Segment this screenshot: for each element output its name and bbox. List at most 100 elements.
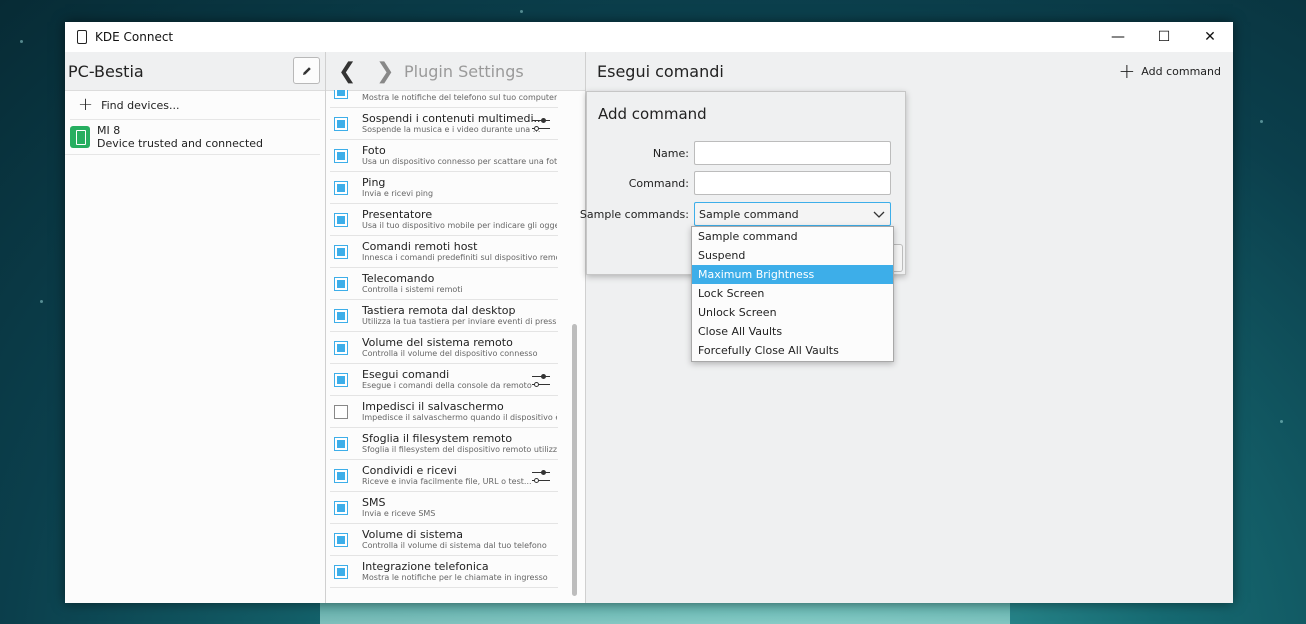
minimize-button[interactable]: — — [1095, 22, 1141, 52]
plugin-name: Ping — [362, 175, 386, 189]
plugin-list-scrollbar[interactable] — [570, 92, 578, 598]
plus-icon: + — [78, 94, 94, 115]
plugin-item[interactable]: Tastiera remota dal desktop Utilizza la t… — [330, 300, 558, 332]
chevron-down-icon — [873, 211, 885, 218]
plugin-description: Innesca i comandi predefiniti sul dispos… — [362, 252, 557, 262]
desktop-background-glow — [320, 603, 1010, 624]
scrollbar-thumb[interactable] — [572, 324, 577, 596]
device-header: PC-Bestia — [65, 52, 325, 91]
plugin-name: Sospendi i contenuti multimedi... — [362, 111, 545, 125]
dropdown-option[interactable]: Lock Screen — [692, 284, 893, 303]
plugin-checkbox[interactable] — [334, 90, 348, 99]
plugin-item[interactable]: Sospendi i contenuti multimedi... Sospend… — [330, 108, 558, 140]
plugin-checkbox[interactable] — [334, 148, 348, 163]
dropdown-option[interactable]: Unlock Screen — [692, 303, 893, 322]
plugin-name: Sfoglia il filesystem remoto — [362, 431, 513, 445]
rename-device-button[interactable] — [293, 57, 320, 84]
plugin-description: Sfoglia il filesystem del dispositivo re… — [362, 444, 557, 454]
plugin-checkbox[interactable] — [334, 564, 348, 579]
plugin-item[interactable]: Ping Invia e ricevi ping — [330, 172, 558, 204]
plugin-checkbox[interactable] — [334, 276, 348, 291]
sample-commands-label: Sample commands: — [579, 208, 689, 221]
add-command-button[interactable]: + Add command — [1119, 61, 1221, 81]
plugin-item[interactable]: Condividi e ricevi Riceve e invia facilme… — [330, 460, 558, 492]
window-title: KDE Connect — [95, 30, 174, 44]
plugin-checkbox[interactable] — [334, 404, 348, 419]
command-label: Command: — [628, 177, 689, 190]
find-devices-label: Find devices... — [101, 98, 180, 112]
plugin-checkbox[interactable] — [334, 244, 348, 259]
plugin-name: Comandi remoti host — [362, 239, 478, 253]
dropdown-option[interactable]: Suspend — [692, 246, 893, 265]
plugin-item[interactable]: SMS Invia e riceve SMS — [330, 492, 558, 524]
configure-sliders-icon[interactable] — [532, 469, 550, 483]
plugin-item[interactable]: Integrazione telefonica Mostra le notific… — [330, 556, 558, 588]
name-field[interactable] — [694, 141, 891, 165]
close-button[interactable]: ✕ — [1187, 22, 1233, 52]
plugin-name: Presentatore — [362, 207, 433, 221]
plugin-item[interactable]: Volume del sistema remoto Controlla il vo… — [330, 332, 558, 364]
plugin-item[interactable]: Comandi remoti host Innesca i comandi pre… — [330, 236, 558, 268]
device-status: Device trusted and connected — [97, 137, 264, 150]
pencil-icon — [302, 66, 311, 75]
plugin-item[interactable]: Sfoglia il filesystem remoto Sfoglia il f… — [330, 428, 558, 460]
plugin-checkbox[interactable] — [334, 180, 348, 195]
plugin-item[interactable]: Telecomando Controlla i sistemi remoti — [330, 268, 558, 300]
plugin-checkbox[interactable] — [334, 340, 348, 355]
plugin-item[interactable]: Ricevi notificheMostra le notifiche del … — [330, 90, 558, 108]
plugin-checkbox[interactable] — [334, 468, 348, 483]
plugin-name: Impedisci il salvaschermo — [362, 399, 504, 413]
configure-sliders-icon[interactable] — [532, 373, 550, 387]
add-command-label: Add command — [1141, 64, 1221, 78]
plugin-checkbox[interactable] — [334, 212, 348, 227]
plugin-name: Esegui comandi — [362, 367, 450, 381]
name-row: Name: — [587, 141, 905, 165]
plugin-item[interactable]: Presentatore Usa il tuo dispositivo mobil… — [330, 204, 558, 236]
plugin-description: Invia e ricevi ping — [362, 188, 434, 198]
maximize-button[interactable]: ☐ — [1141, 22, 1187, 52]
plugin-settings-title: Plugin Settings — [404, 61, 524, 81]
forward-arrow-icon[interactable]: ❯ — [376, 59, 396, 84]
plugin-item[interactable]: Esegui comandi Esegue i comandi della con… — [330, 364, 558, 396]
device-name: MI 8 — [97, 124, 121, 137]
plugin-description: Impedisce il salvaschermo quando il disp… — [362, 412, 557, 422]
find-devices-item[interactable]: + Find devices... — [70, 91, 320, 120]
command-field[interactable] — [694, 171, 891, 195]
dropdown-option[interactable]: Maximum Brightness — [692, 265, 893, 284]
plugin-checkbox[interactable] — [334, 308, 348, 323]
plugin-checkbox[interactable] — [334, 532, 348, 547]
plugin-settings-header: ❮ ❯ Plugin Settings — [326, 52, 585, 91]
plugin-checkbox[interactable] — [334, 372, 348, 387]
device-item-mi8[interactable]: MI 8 Device trusted and connected — [65, 120, 320, 155]
plugin-description: Controlla il volume di sistema dal tuo t… — [362, 540, 547, 550]
smartphone-icon — [70, 126, 90, 148]
plugin-description: Usa un dispositivo connesso per scattare… — [362, 156, 557, 166]
dropdown-option[interactable]: Forcefully Close All Vaults — [692, 341, 893, 360]
run-commands-header: Esegui comandi + Add command — [586, 52, 1233, 90]
plugin-description: Controlla il volume del dispositivo conn… — [362, 348, 538, 358]
plugin-item[interactable]: Foto Usa un dispositivo connesso per scat… — [330, 140, 558, 172]
plugin-name: Volume del sistema remoto — [362, 335, 513, 349]
plugin-item[interactable]: Impedisci il salvaschermo Impedisce il sa… — [330, 396, 558, 428]
command-row: Command: — [587, 171, 905, 195]
plugin-name: Condividi e ricevi — [362, 463, 457, 477]
plugin-checkbox[interactable] — [334, 500, 348, 515]
plugin-name: SMS — [362, 495, 386, 509]
dropdown-option[interactable]: Sample command — [692, 227, 893, 246]
plugin-description: Mostra le notifiche del telefono sul tuo… — [362, 92, 557, 102]
plugin-description: Controlla i sistemi remoti — [362, 284, 463, 294]
dialog-title: Add command — [598, 105, 707, 123]
dropdown-option[interactable]: Close All Vaults — [692, 322, 893, 341]
title-bar: KDE Connect — ☐ ✕ — [65, 22, 1233, 52]
sample-commands-combobox[interactable]: Sample command — [694, 202, 891, 226]
plugin-description: Sospende la musica e i video durante una… — [362, 124, 541, 134]
device-list-pane: PC-Bestia + Find devices... MI 8 Device … — [65, 52, 326, 603]
plugin-checkbox[interactable] — [334, 436, 348, 451]
plugin-checkbox[interactable] — [334, 116, 348, 131]
plugin-description: Esegue i comandi della console da remoto — [362, 380, 532, 390]
back-arrow-icon[interactable]: ❮ — [338, 59, 358, 84]
configure-sliders-icon[interactable] — [532, 117, 550, 131]
plugin-description: Usa il tuo dispositivo mobile per indica… — [362, 220, 557, 230]
plugin-description: Invia e riceve SMS — [362, 508, 436, 518]
plugin-item[interactable]: Volume di sistema Controlla il volume di … — [330, 524, 558, 556]
